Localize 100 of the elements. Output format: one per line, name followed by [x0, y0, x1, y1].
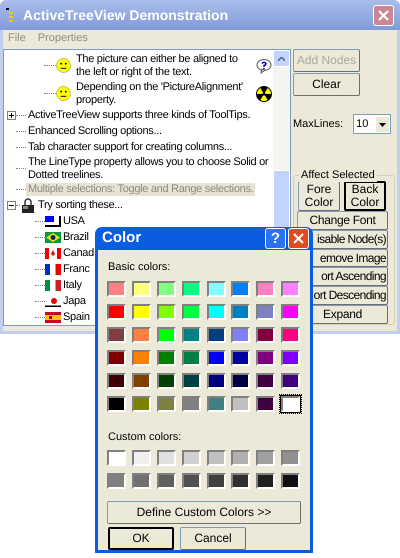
flag-icon	[45, 280, 61, 291]
define-colors-button[interactable]: Define Custom Colors >>	[107, 501, 301, 524]
color-swatch[interactable]	[256, 372, 276, 388]
color-swatch[interactable]	[281, 280, 300, 296]
scroll-up-button[interactable]	[273, 50, 290, 67]
color-swatch[interactable]	[182, 473, 201, 489]
color-swatch[interactable]	[107, 280, 126, 296]
color-swatch[interactable]	[156, 473, 176, 489]
tree-item[interactable]: Enhanced Scrolling options...	[26, 125, 164, 138]
color-swatch[interactable]	[182, 396, 201, 412]
color-swatch[interactable]	[156, 304, 176, 320]
basic-colors-label: Basic colors:	[108, 260, 172, 275]
expander-icon[interactable]	[7, 201, 16, 210]
color-swatch[interactable]	[231, 396, 250, 412]
color-swatch[interactable]	[107, 326, 126, 342]
color-button[interactable]: Back Color	[344, 181, 386, 211]
close-icon	[378, 10, 389, 20]
color-swatch[interactable]	[132, 326, 151, 342]
help-bubble-icon	[256, 58, 272, 74]
tree-item[interactable]: Franc	[61, 262, 92, 276]
color-swatch[interactable]	[182, 450, 201, 466]
color-swatch[interactable]	[156, 372, 176, 388]
color-swatch[interactable]	[231, 350, 250, 366]
color-swatch[interactable]	[281, 473, 300, 489]
color-swatch[interactable]	[231, 280, 250, 296]
flag-icon	[45, 264, 61, 275]
color-swatch[interactable]	[231, 473, 250, 489]
tree-item[interactable]: Try sorting these...	[36, 199, 125, 212]
color-swatch[interactable]	[182, 350, 201, 366]
tree-item[interactable]: Brazil	[61, 230, 91, 244]
color-swatch[interactable]	[132, 304, 151, 320]
color-swatch[interactable]	[107, 304, 126, 320]
color-swatch[interactable]	[256, 450, 276, 466]
tree-item[interactable]: ActiveTreeView supports three kinds of ToolTips.	[26, 109, 252, 122]
color-swatch[interactable]	[206, 326, 226, 342]
color-swatch[interactable]	[281, 396, 300, 412]
expander-icon[interactable]	[7, 111, 16, 120]
color-swatch[interactable]	[206, 396, 226, 412]
color-swatch[interactable]	[281, 372, 300, 388]
tree-item[interactable]: The LineType property allows you to choose Solid or Dotted treelines.	[26, 156, 273, 182]
help-button[interactable]: ?	[265, 228, 286, 249]
tree-item[interactable]: The picture can either be aligned to the left or right of the text.	[74, 52, 252, 79]
color-swatch[interactable]	[256, 326, 276, 342]
color-swatch[interactable]	[182, 280, 201, 296]
color-swatch[interactable]	[132, 280, 151, 296]
tree-item[interactable]: Japa	[61, 294, 88, 308]
padlock-icon	[20, 198, 36, 214]
color-swatch[interactable]	[107, 450, 126, 466]
color-swatch[interactable]	[281, 450, 300, 466]
color-swatch[interactable]	[281, 304, 300, 320]
color-swatch[interactable]	[231, 450, 250, 466]
color-swatch[interactable]	[156, 450, 176, 466]
color-swatch[interactable]	[132, 372, 151, 388]
tree-item[interactable]: USA	[61, 215, 87, 228]
color-swatch[interactable]	[107, 396, 126, 412]
tree-item[interactable]: Spain	[61, 310, 92, 324]
color-swatch[interactable]	[206, 473, 226, 489]
tree-item[interactable]: Italy	[61, 278, 84, 292]
cancel-button[interactable]: Cancel	[180, 527, 246, 550]
color-swatch[interactable]	[231, 372, 250, 388]
color-swatch[interactable]	[107, 350, 126, 366]
flag-icon	[45, 232, 61, 243]
tree-item[interactable]: Depending on the 'PictureAlignment' property.	[74, 80, 252, 107]
color-swatch[interactable]	[156, 350, 176, 366]
color-swatch[interactable]	[281, 350, 300, 366]
color-swatch[interactable]	[256, 396, 276, 412]
color-swatch[interactable]	[182, 372, 201, 388]
color-swatch[interactable]	[206, 350, 226, 366]
tree-item[interactable]: Canad	[61, 246, 96, 260]
color-swatch[interactable]	[107, 473, 126, 489]
color-swatch[interactable]	[281, 326, 300, 342]
color-swatch[interactable]	[256, 350, 276, 366]
color-swatch[interactable]	[256, 304, 276, 320]
color-swatch[interactable]	[107, 372, 126, 388]
color-swatch[interactable]	[132, 350, 151, 366]
color-swatch[interactable]	[182, 304, 201, 320]
color-swatch[interactable]	[132, 396, 151, 412]
maxlines-dropdown[interactable]: 10	[353, 114, 392, 134]
color-swatch[interactable]	[231, 304, 250, 320]
action-button[interactable]: Clear	[293, 73, 360, 96]
color-swatch[interactable]	[156, 280, 176, 296]
smiley-icon	[56, 86, 71, 102]
close-button[interactable]	[373, 4, 394, 26]
color-swatch[interactable]	[206, 280, 226, 296]
close-button[interactable]	[288, 228, 309, 249]
color-swatch[interactable]	[156, 396, 176, 412]
color-swatch[interactable]	[206, 372, 226, 388]
ok-button[interactable]: OK	[108, 527, 174, 550]
color-swatch[interactable]	[182, 326, 201, 342]
color-swatch[interactable]	[132, 450, 151, 466]
color-swatch[interactable]	[132, 473, 151, 489]
color-button[interactable]: Fore Color	[298, 181, 340, 211]
color-swatch[interactable]	[206, 450, 226, 466]
tree-item[interactable]: Tab character support for creating columns...	[26, 141, 234, 154]
action-button[interactable]: Change Font	[297, 211, 388, 230]
color-swatch[interactable]	[206, 304, 226, 320]
color-swatch[interactable]	[231, 326, 250, 342]
color-swatch[interactable]	[156, 326, 176, 342]
color-swatch[interactable]	[256, 280, 276, 296]
color-swatch[interactable]	[256, 473, 276, 489]
